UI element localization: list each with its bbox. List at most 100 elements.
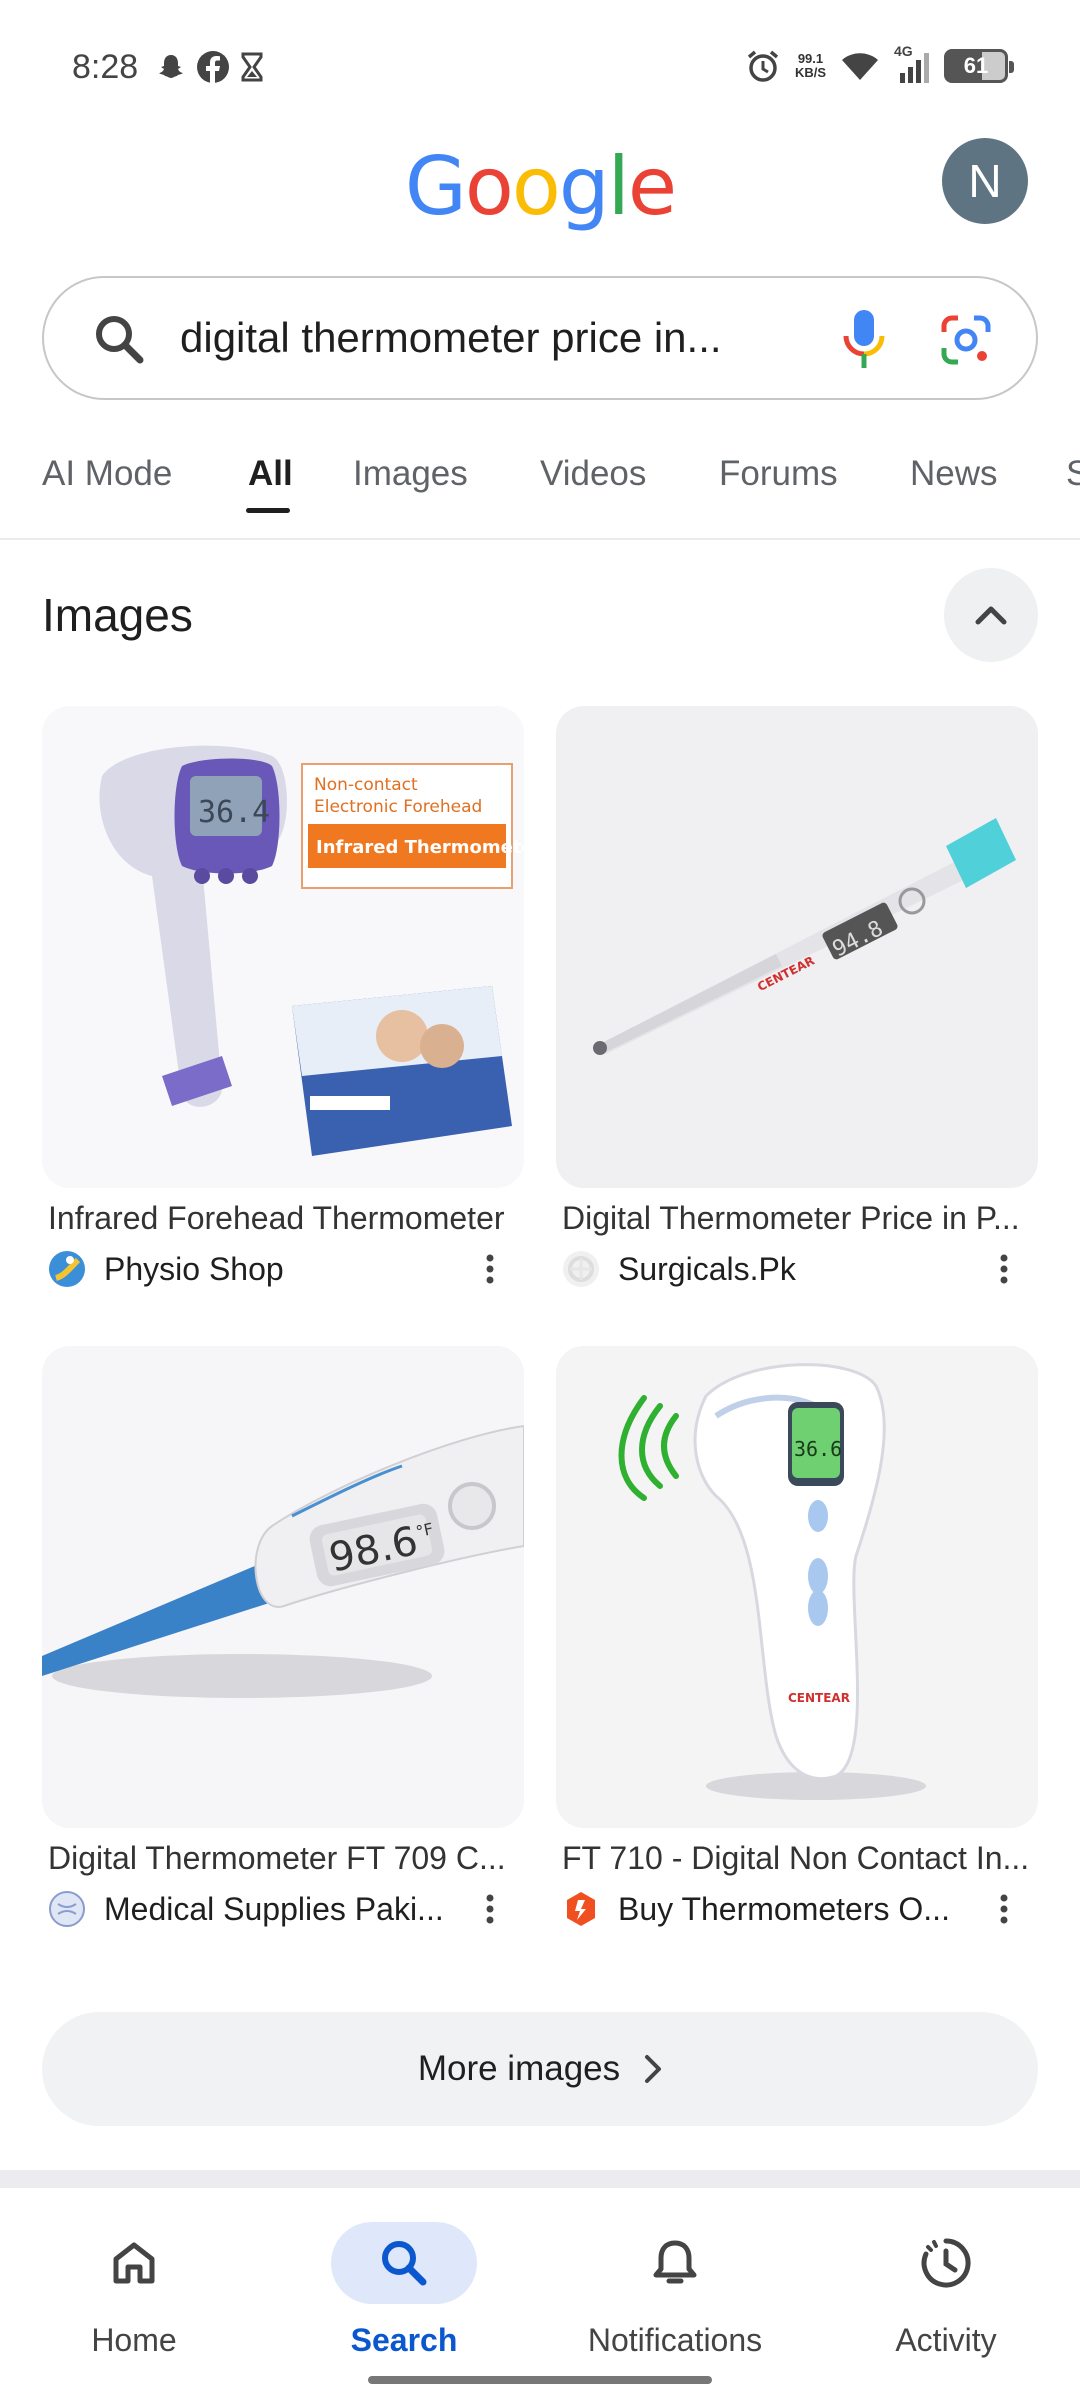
- nav-label: Activity: [895, 2322, 997, 2358]
- hourglass-icon: [241, 52, 263, 82]
- physio-shop-favicon: [49, 1251, 85, 1287]
- image-result-card[interactable]: 36.4 Non-contact Electronic Forehead Inf…: [42, 706, 524, 1293]
- bell-icon: [653, 2240, 697, 2284]
- image-result-source[interactable]: Surgicals.Pk: [556, 1245, 1038, 1293]
- image-result-source[interactable]: Medical Supplies Paki...: [42, 1885, 524, 1933]
- more-options-icon[interactable]: [986, 1891, 1022, 1927]
- source-name: Medical Supplies Paki...: [104, 1890, 444, 1927]
- signal-icon: [900, 53, 929, 83]
- tab-ai-mode[interactable]: AI Mode: [42, 454, 172, 494]
- image-result-title[interactable]: Infrared Forehead Thermometer: [42, 1200, 524, 1237]
- logo-letter: g: [558, 140, 610, 233]
- logo-letter: G: [404, 140, 467, 233]
- image-result-card[interactable]: 94.8 CENTEAR Digital Thermometer Price i…: [556, 706, 1038, 1293]
- nav-notifications[interactable]: Notifications: [555, 2222, 795, 2359]
- bottom-navigation: Home Search Notifications Activity: [0, 2210, 1080, 2400]
- nav-label: Search: [350, 2322, 458, 2358]
- image-result-thumbnail[interactable]: 36.6 CENTEAR: [556, 1346, 1038, 1828]
- chevron-right-icon: [645, 2055, 662, 2083]
- section-divider: [0, 2170, 1080, 2188]
- cellular-signal: 4G: [894, 43, 930, 83]
- flexible-thermometer-image: 98.6 °F: [42, 1346, 524, 1828]
- more-images-label: More images: [417, 2049, 621, 2088]
- search-icon: [382, 2241, 427, 2286]
- account-avatar[interactable]: N: [942, 138, 1028, 224]
- source-name: Surgicals.Pk: [618, 1250, 796, 1287]
- wifi-icon: [842, 53, 878, 80]
- image-result-thumbnail[interactable]: 94.8 CENTEAR: [556, 706, 1038, 1188]
- medical-supplies-favicon: [49, 1891, 85, 1927]
- image-result-title[interactable]: Digital Thermometer FT 709 C...: [42, 1840, 524, 1877]
- chevron-up-icon: [975, 606, 1007, 625]
- tab-videos[interactable]: Videos: [540, 454, 646, 494]
- collapse-images-button[interactable]: [944, 568, 1038, 662]
- brand-text: CENTEAR: [788, 1691, 850, 1705]
- nav-label: Notifications: [587, 2322, 763, 2358]
- battery-indicator: 61: [944, 49, 1014, 83]
- tab-shopping[interactable]: S: [1066, 454, 1080, 494]
- non-contact-thermometer-image: 36.6 CENTEAR: [556, 1346, 1038, 1828]
- more-options-icon[interactable]: [472, 1251, 508, 1287]
- tab-images[interactable]: Images: [353, 454, 468, 494]
- display-reading: 36.4: [198, 795, 270, 830]
- more-options-icon[interactable]: [472, 1891, 508, 1927]
- image-result-thumbnail[interactable]: 36.4 Non-contact Electronic Forehead Inf…: [42, 706, 524, 1188]
- google-lens-icon[interactable]: [938, 312, 994, 368]
- activity-icon: [921, 2238, 971, 2288]
- status-bar: 8:28 99.1 KB/S 4G 61: [0, 0, 1080, 120]
- active-tab-indicator: [246, 508, 290, 513]
- infrared-thermometer-image: 36.4 Non-contact Electronic Forehead Inf…: [42, 706, 524, 1188]
- network-speed-unit: KB/S: [794, 65, 826, 80]
- facebook-icon: [197, 51, 229, 83]
- logo-letter: o: [511, 140, 561, 233]
- image-result-card[interactable]: 36.6 CENTEAR FT 710 - Digital Non Contac…: [556, 1346, 1038, 1933]
- box-banner-text: Infrared Thermometer: [316, 837, 524, 858]
- status-system-icons: 99.1 KB/S 4G 61: [745, 43, 1014, 84]
- tab-news[interactable]: News: [910, 454, 998, 494]
- search-icon: [96, 316, 144, 364]
- home-icon: [113, 2242, 155, 2284]
- network-speed-value: 99.1: [797, 51, 824, 66]
- nav-icon-container: [61, 2222, 207, 2304]
- search-box[interactable]: digital thermometer price in...: [42, 276, 1038, 400]
- box-text-line2: Electronic Forehead: [314, 797, 482, 817]
- source-name: Buy Thermometers O...: [618, 1890, 950, 1927]
- search-tabs: AI Mode All Images Videos Forums News S: [0, 440, 1080, 540]
- logo-letter: o: [464, 140, 514, 233]
- network-speed: 99.1 KB/S: [795, 52, 826, 80]
- image-result-title[interactable]: FT 710 - Digital Non Contact In...: [556, 1840, 1038, 1877]
- nav-label: Home: [91, 2322, 177, 2358]
- google-logo: Google: [0, 140, 1080, 233]
- nav-home[interactable]: Home: [14, 2222, 254, 2359]
- search-input[interactable]: digital thermometer price in...: [180, 314, 800, 362]
- box-text-line1: Non-contact: [314, 775, 418, 795]
- nav-icon-container: [331, 2222, 477, 2304]
- image-result-source[interactable]: Physio Shop: [42, 1245, 524, 1293]
- digital-thermometer-image: 94.8 CENTEAR: [556, 706, 1038, 1188]
- tab-forums[interactable]: Forums: [719, 454, 838, 494]
- more-options-icon[interactable]: [986, 1251, 1022, 1287]
- nav-icon-container: [602, 2222, 748, 2304]
- buy-thermometers-favicon: [567, 1892, 595, 1926]
- source-name: Physio Shop: [104, 1250, 284, 1287]
- nav-search[interactable]: Search: [284, 2222, 524, 2359]
- images-section-title: Images: [42, 589, 193, 641]
- nav-activity[interactable]: Activity: [826, 2222, 1066, 2359]
- display-reading: 36.6: [794, 1437, 842, 1461]
- image-result-source[interactable]: Buy Thermometers O...: [556, 1885, 1038, 1933]
- nav-icon-container: [873, 2222, 1019, 2304]
- alarm-icon: [747, 50, 779, 82]
- tab-all[interactable]: All: [248, 454, 293, 494]
- surgicals-pk-favicon: [563, 1251, 599, 1287]
- snapchat-icon: [159, 55, 183, 78]
- image-result-card[interactable]: 98.6 °F Digital Thermometer FT 709 C... …: [42, 1346, 524, 1933]
- more-images-button[interactable]: More images: [42, 2012, 1038, 2126]
- status-notification-icons: [156, 50, 264, 84]
- microphone-icon[interactable]: [842, 308, 886, 372]
- logo-letter: l: [607, 140, 630, 233]
- image-result-thumbnail[interactable]: 98.6 °F: [42, 1346, 524, 1828]
- image-result-title[interactable]: Digital Thermometer Price in P...: [556, 1200, 1038, 1237]
- status-time: 8:28: [72, 48, 139, 86]
- logo-letter: e: [627, 140, 677, 233]
- gesture-handle[interactable]: [368, 2376, 712, 2384]
